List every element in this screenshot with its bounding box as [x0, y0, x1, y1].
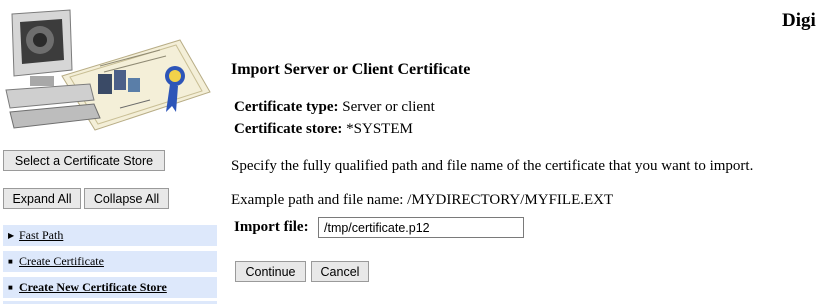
continue-button[interactable]: Continue: [235, 261, 306, 282]
import-file-label: Import file:: [234, 219, 309, 235]
main-content: Import Server or Client Certificate Cert…: [220, 42, 823, 304]
collapse-all-button[interactable]: Collapse All: [84, 188, 169, 209]
certificate-type-label: Certificate type:: [234, 99, 339, 115]
square-bullet-icon: ■: [8, 257, 13, 266]
certificate-store-label: Certificate store:: [234, 121, 343, 137]
select-certificate-store-button[interactable]: Select a Certificate Store: [3, 150, 165, 171]
import-file-input[interactable]: [318, 217, 524, 238]
nav-item-create-certificate[interactable]: ■ Create Certificate: [3, 251, 217, 272]
certificate-type-value: Server or client: [342, 99, 435, 115]
app-title: Digi: [782, 10, 816, 31]
cancel-button[interactable]: Cancel: [311, 261, 369, 282]
expand-triangle-icon: ▶: [8, 231, 15, 240]
nav-item-create-new-certificate-store[interactable]: ■ Create New Certificate Store: [3, 277, 217, 298]
nav-item-fast-path[interactable]: ▶ Fast Path: [3, 225, 217, 246]
certificate-store-value: *SYSTEM: [346, 121, 413, 137]
certificate-store-row: Certificate store: *SYSTEM: [234, 121, 413, 138]
square-bullet-icon: ■: [8, 283, 13, 292]
page-title: Import Server or Client Certificate: [231, 61, 471, 78]
certificate-type-row: Certificate type: Server or client: [234, 99, 435, 116]
expand-all-button[interactable]: Expand All: [3, 188, 81, 209]
example-text: Example path and file name: /MYDIRECTORY…: [231, 192, 614, 208]
nav-item-label: Create New Certificate Store: [19, 280, 167, 294]
nav-item-label: Fast Path: [19, 228, 64, 242]
certificate-computer-logo: [0, 0, 220, 140]
nav-item-label: Create Certificate: [19, 254, 104, 268]
left-navigation: Select a Certificate Store Expand All Co…: [0, 0, 220, 304]
instructions-text: Specify the fully qualified path and fil…: [231, 158, 754, 174]
